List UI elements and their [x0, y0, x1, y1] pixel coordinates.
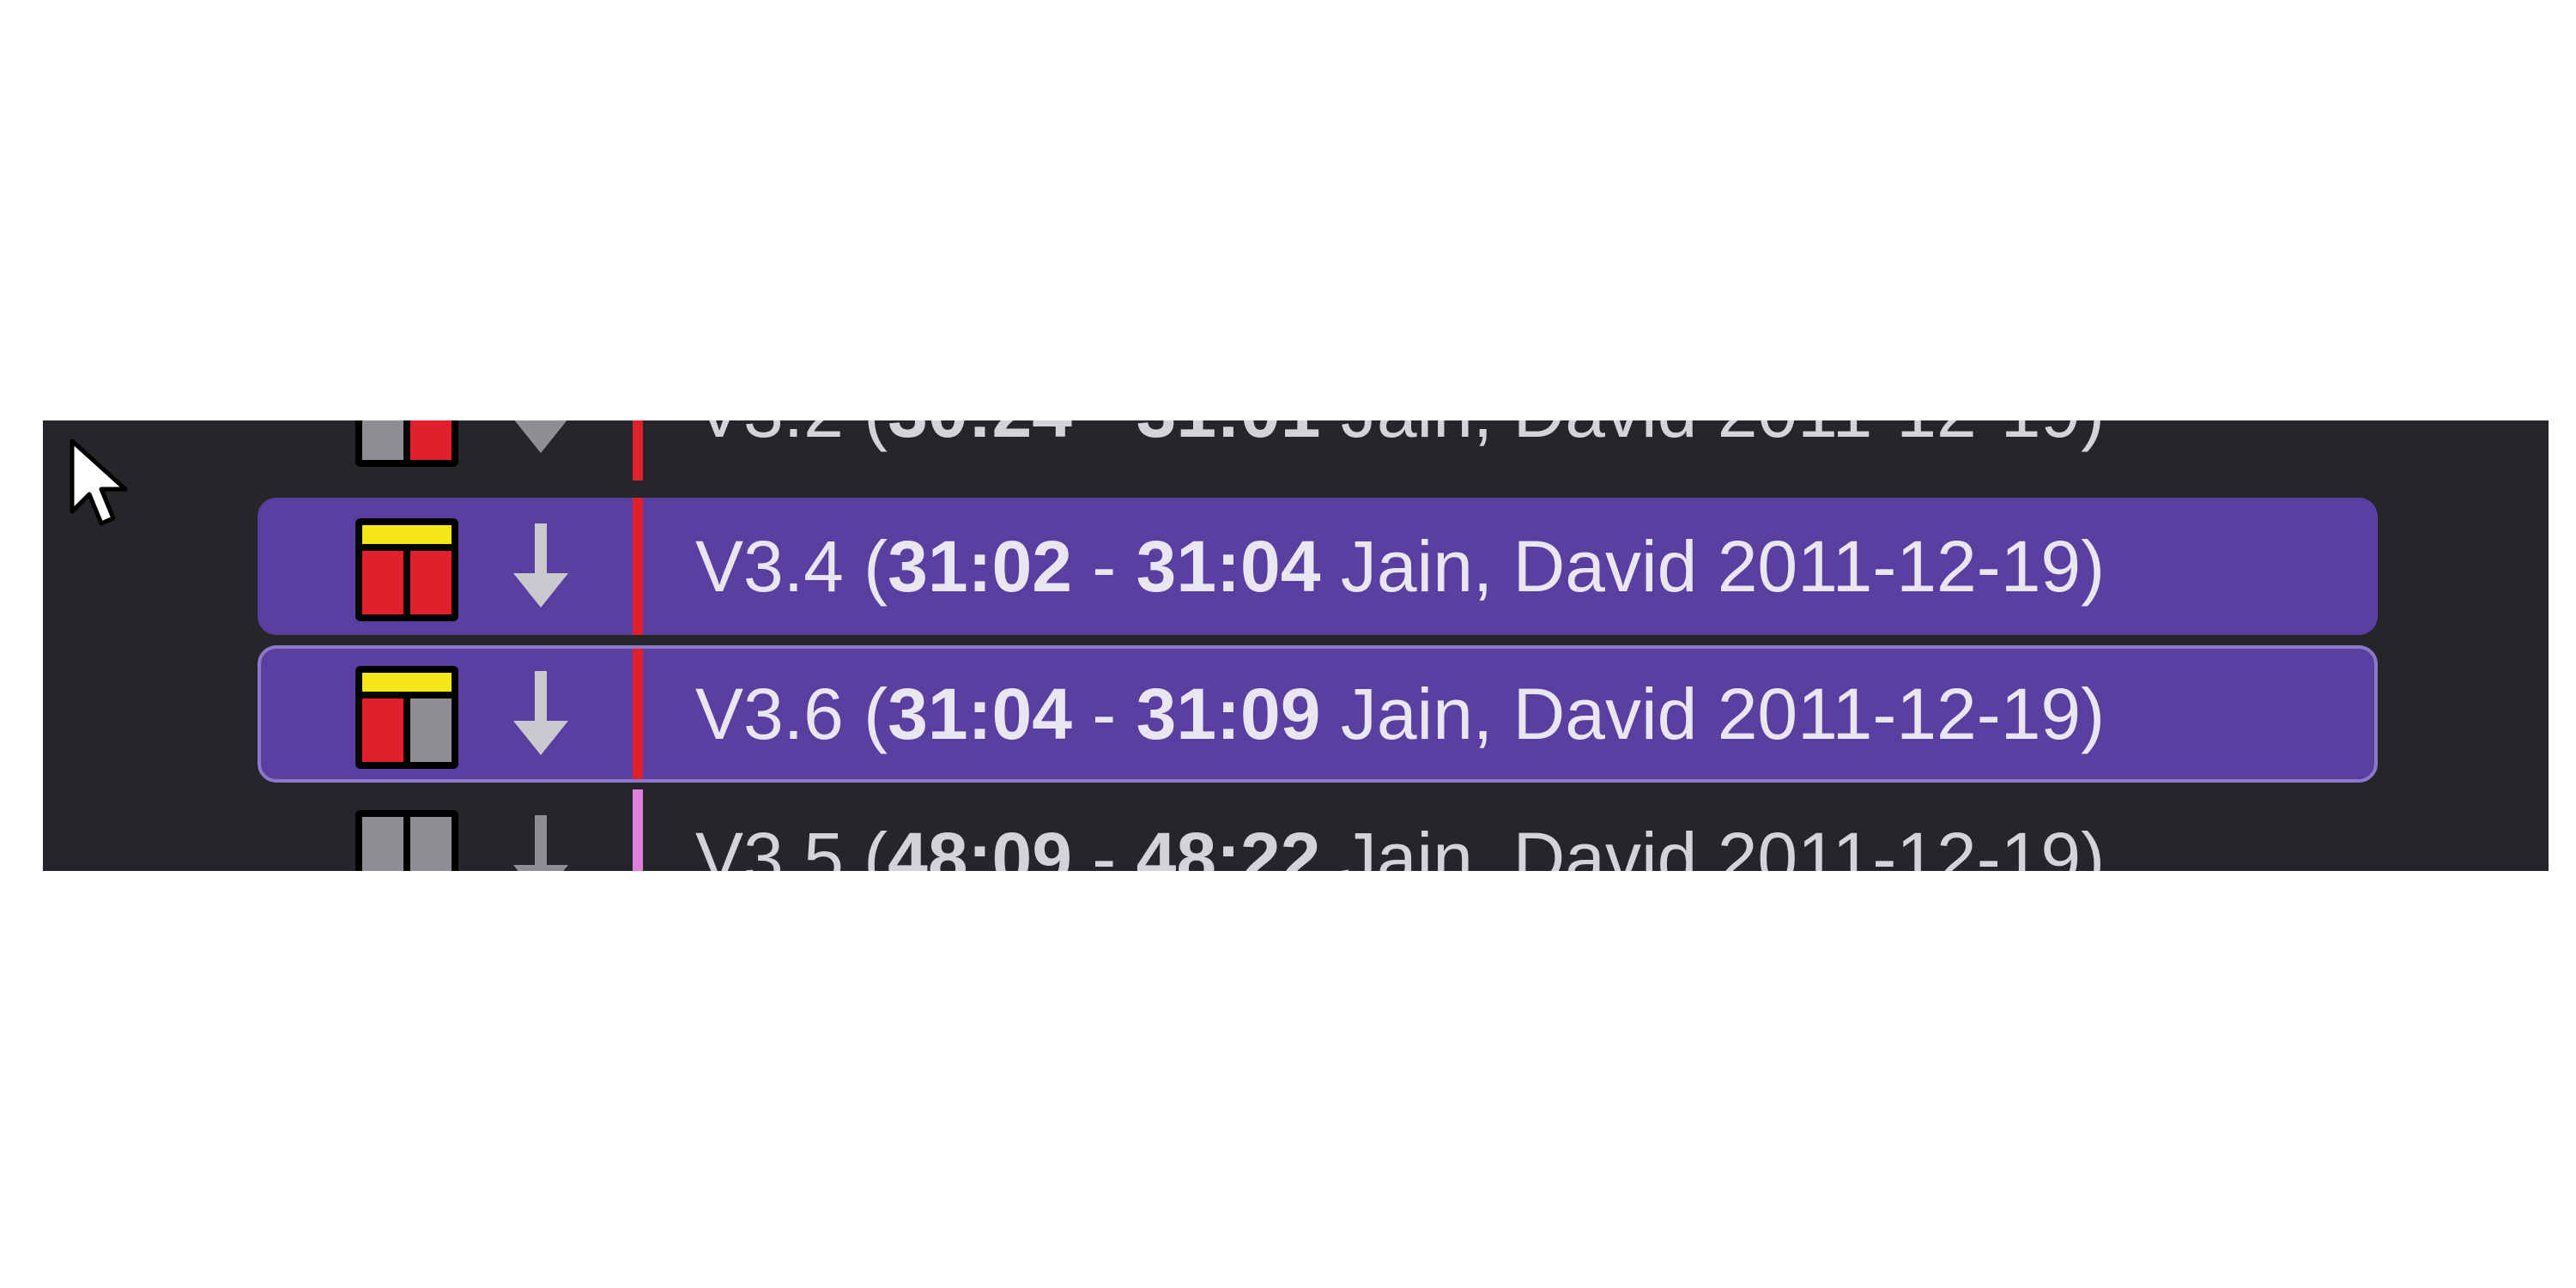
version-date: 2011-12-19	[1718, 420, 2081, 452]
version-number: V3.6	[695, 674, 844, 754]
start-time: 48:09	[888, 818, 1072, 871]
version-date: 2011-12-19	[1717, 526, 2082, 607]
version-label: V3.5 (48:09 - 48:22 Jain, David 2011-12-…	[695, 789, 2105, 871]
version-row[interactable]: V3.2 (30:24 - 31:01 Jain, David 2011-12-…	[258, 420, 2378, 481]
timeline-marker	[633, 498, 643, 635]
version-number: V3.4	[695, 526, 844, 607]
timeline-marker	[633, 649, 643, 779]
version-date: 2011-12-19	[1717, 674, 2082, 754]
layout-right-red-icon	[355, 420, 458, 467]
layout-yellow-red-gray-icon	[355, 666, 458, 769]
author-name: Jain, David	[1340, 526, 1698, 607]
author-name: Jain, David	[1340, 818, 1698, 871]
end-time: 31:09	[1136, 674, 1321, 754]
start-time: 31:02	[888, 526, 1072, 607]
layout-gray-gray-icon	[355, 810, 458, 871]
version-date: 2011-12-19	[1717, 818, 2082, 871]
version-number: V3.2	[695, 420, 844, 452]
timeline-marker	[633, 789, 643, 871]
start-time: 30:24	[888, 420, 1072, 452]
version-number: V3.5	[695, 818, 844, 871]
version-row-selected[interactable]: V3.6 (31:04 - 31:09 Jain, David 2011-12-…	[258, 645, 2378, 783]
mouse-cursor-icon	[70, 438, 128, 526]
version-label: V3.4 (31:02 - 31:04 Jain, David 2011-12-…	[695, 526, 2106, 607]
down-arrow-icon[interactable]	[506, 671, 575, 765]
end-time: 31:01	[1136, 420, 1321, 452]
version-row-selected[interactable]: V3.4 (31:02 - 31:04 Jain, David 2011-12-…	[258, 498, 2378, 635]
start-time: 31:04	[888, 674, 1072, 754]
end-time: 31:04	[1136, 526, 1321, 607]
down-arrow-icon[interactable]	[506, 815, 575, 871]
version-row[interactable]: V3.5 (48:09 - 48:22 Jain, David 2011-12-…	[258, 789, 2378, 871]
version-label: V3.6 (31:04 - 31:09 Jain, David 2011-12-…	[695, 674, 2106, 754]
author-name: Jain, David	[1340, 674, 1698, 754]
down-arrow-icon[interactable]	[506, 523, 575, 618]
layout-yellow-red-red-icon	[355, 518, 458, 621]
version-list-panel: V3.2 (30:24 - 31:01 Jain, David 2011-12-…	[43, 420, 2549, 871]
timeline-marker	[633, 420, 643, 481]
author-name: Jain, David	[1341, 420, 1698, 452]
end-time: 48:22	[1136, 818, 1321, 871]
version-label: V3.2 (30:24 - 31:01 Jain, David 2011-12-…	[695, 420, 2105, 481]
down-arrow-icon[interactable]	[506, 420, 575, 463]
